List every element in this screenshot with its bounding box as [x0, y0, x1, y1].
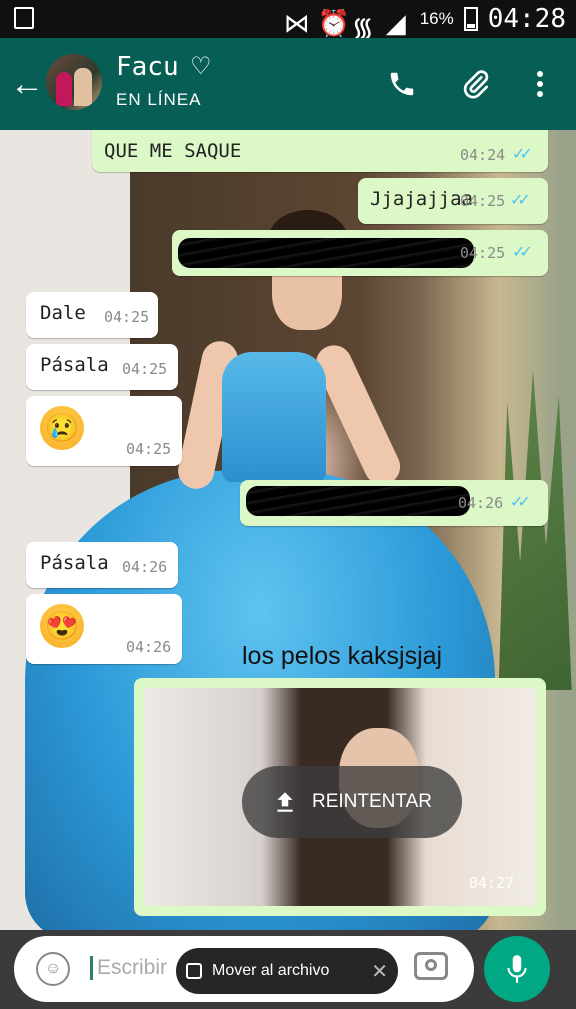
alarm-icon: ⏰: [317, 8, 351, 38]
message-time: 04:26: [458, 494, 504, 512]
message-time: 04:26: [126, 638, 172, 656]
message-bubble-outgoing[interactable]: QUE ME SAQUE 04:24 ✓✓: [92, 130, 548, 172]
message-text: Pásala: [40, 354, 109, 376]
battery-icon: [463, 7, 478, 31]
wallpaper-bodice: [222, 352, 326, 482]
message-text: QUE ME SAQUE: [104, 140, 242, 162]
message-text: Pásala: [40, 552, 109, 574]
read-ticks-icon: ✓✓: [510, 494, 531, 511]
message-text: Dale: [40, 302, 86, 324]
upload-icon: [277, 792, 293, 812]
retry-upload-button[interactable]: REINTENTAR: [242, 766, 462, 838]
message-time: 04:25: [126, 440, 172, 458]
message-bubble-incoming[interactable]: Pásala 04:26: [26, 542, 178, 588]
chat-area[interactable]: QUE ME SAQUE 04:24 ✓✓ Jjajajjaa 04:25 ✓✓…: [0, 130, 576, 930]
message-bubble-incoming[interactable]: 😍 04:26: [26, 594, 182, 664]
signal-icon: ◢: [385, 8, 406, 38]
mic-button[interactable]: [484, 936, 550, 1002]
message-bubble-incoming[interactable]: Pásala 04:25: [26, 344, 178, 390]
media-thumbnail[interactable]: REINTENTAR 04:27: [144, 688, 536, 906]
back-arrow-icon[interactable]: ←: [10, 64, 44, 104]
contact-name[interactable]: Facu: [116, 52, 179, 82]
message-input[interactable]: Escribir: [90, 956, 167, 980]
redaction-scribble: [246, 486, 470, 516]
mute-icon: ⋈: [283, 8, 310, 38]
message-time: 04:25: [104, 308, 150, 326]
paperclip-icon: [463, 70, 489, 99]
media-message[interactable]: REINTENTAR 04:27: [134, 678, 546, 916]
media-caption: los pelos kaksjsjaj: [242, 642, 443, 670]
message-bubble-outgoing[interactable]: 04:25 ✓✓: [172, 230, 548, 276]
message-bubble-incoming[interactable]: 😢 04:25: [26, 396, 182, 466]
message-time: 04:26: [122, 558, 168, 576]
snackbar-label: Mover al archivo: [212, 962, 330, 979]
contact-status: EN LÍNEA: [116, 90, 202, 109]
heart-icon: ♡: [190, 53, 212, 80]
read-ticks-icon: ✓✓: [510, 192, 531, 209]
status-icons: ⋈ ⏰ ᯾ ◢ 16% 04:28: [283, 4, 566, 42]
message-bubble-incoming[interactable]: Dale 04:25: [26, 292, 158, 338]
phone-icon: [390, 72, 414, 96]
message-bubble-outgoing[interactable]: Jjajajjaa 04:25 ✓✓: [358, 178, 548, 224]
avatar[interactable]: [46, 54, 102, 110]
attach-button[interactable]: [454, 62, 498, 106]
archive-snackbar[interactable]: Mover al archivo ✕: [176, 948, 398, 994]
call-button[interactable]: [380, 62, 424, 106]
message-time: 04:25: [460, 192, 506, 210]
message-time: 04:25: [460, 244, 506, 262]
message-time: 04:25: [122, 360, 168, 378]
heart-eyes-emoji: 😍: [40, 604, 84, 648]
clock: 04:28: [487, 4, 566, 34]
retry-label: REINTENTAR: [312, 791, 432, 812]
overflow-menu-icon: [537, 71, 543, 97]
camera-icon[interactable]: [414, 952, 448, 980]
download-notification-icon: [14, 7, 34, 29]
wallpaper-plant: [498, 370, 572, 690]
battery-percent: 16%: [419, 9, 454, 28]
mic-icon: [507, 955, 527, 983]
redaction-scribble: [178, 238, 474, 268]
message-text: Jjajajjaa: [370, 188, 473, 210]
read-ticks-icon: ✓✓: [512, 244, 533, 261]
crying-face-emoji: 😢: [40, 406, 84, 450]
message-bubble-outgoing[interactable]: 04:26 ✓✓: [240, 480, 548, 526]
message-time: 04:24: [460, 146, 506, 164]
archive-icon: [186, 963, 202, 979]
close-icon[interactable]: ✕: [371, 959, 388, 984]
chat-header: ← Facu ♡ EN LÍNEA: [0, 38, 576, 130]
media-time: 04:27: [468, 874, 514, 892]
more-options-button[interactable]: [518, 62, 562, 106]
status-bar: ⋈ ⏰ ᯾ ◢ 16% 04:28: [0, 0, 576, 42]
emoji-icon[interactable]: ☺: [36, 952, 70, 986]
wifi-icon: ᯾: [351, 12, 374, 42]
read-ticks-icon: ✓✓: [512, 146, 533, 163]
